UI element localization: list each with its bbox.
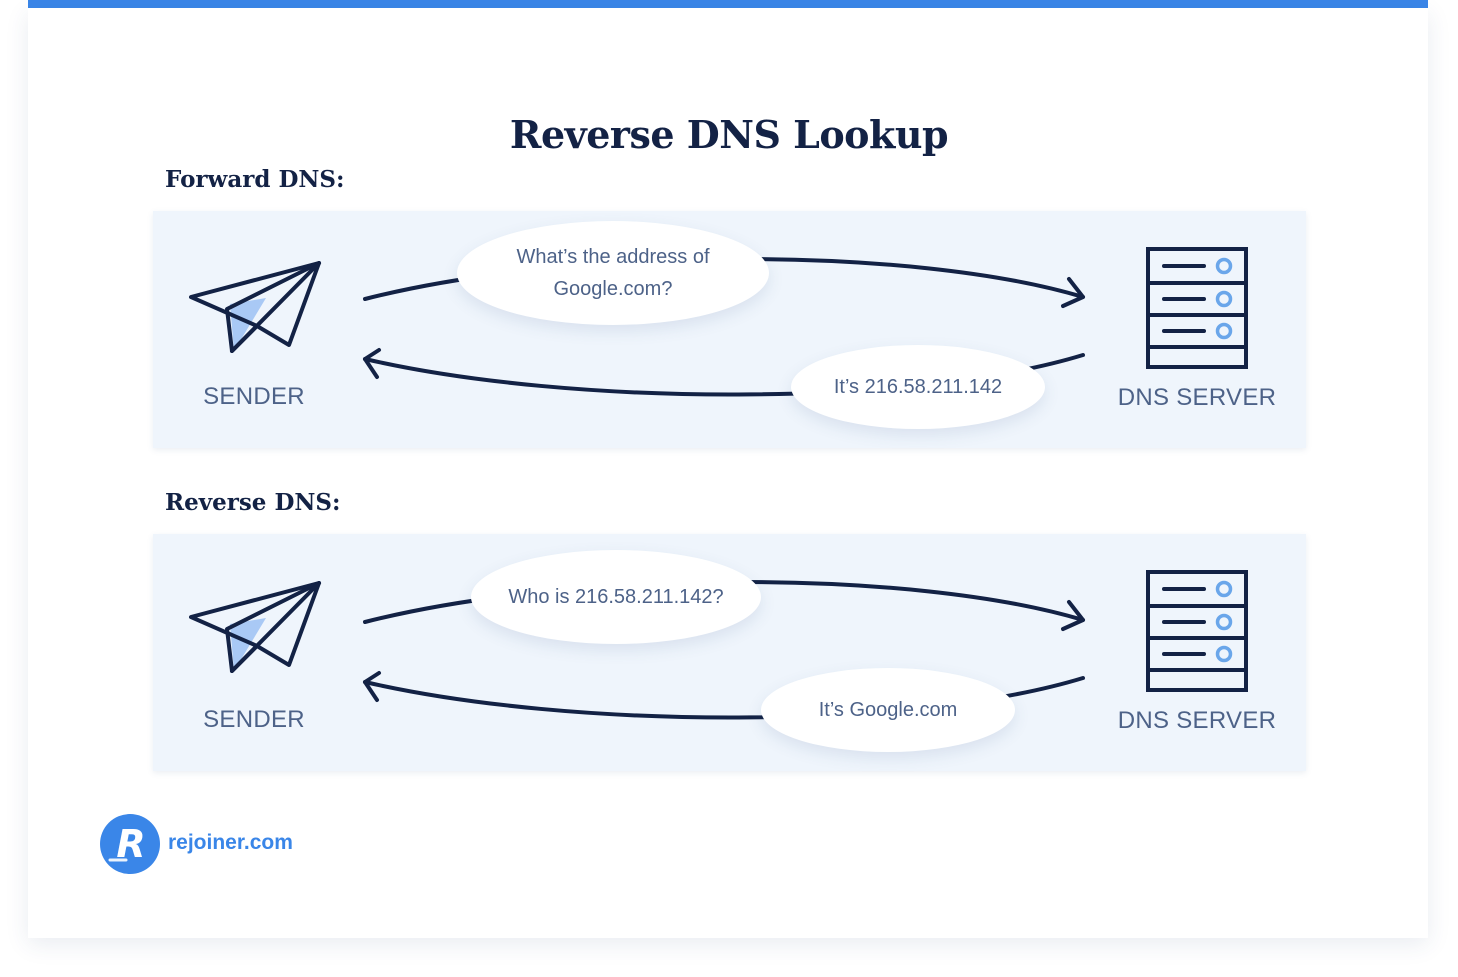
rejoiner-logo-icon: R — [100, 814, 160, 874]
dns-server-label: DNS SERVER — [1117, 384, 1277, 411]
request-bubble: What’s the address of Google.com? — [457, 221, 769, 325]
dns-server-label: DNS SERVER — [1117, 707, 1277, 734]
top-accent-bar — [28, 0, 1428, 8]
response-text: It’s Google.com — [818, 699, 958, 721]
diagram-title: Reverse DNS Lookup — [509, 112, 949, 157]
request-text-line-1: What’s the address of — [516, 246, 710, 268]
response-text: It’s 216.58.211.142 — [833, 376, 1003, 398]
section-label-forward: Forward DNS: — [165, 166, 345, 193]
reverse-dns-panel: SENDER DNS SERVER Who is 216.58.211.142?… — [153, 534, 1306, 771]
request-bubble: Who is 216.58.211.142? — [471, 550, 761, 644]
server-rack-icon — [1146, 570, 1248, 692]
section-label-reverse: Reverse DNS: — [165, 489, 341, 516]
request-text: Who is 216.58.211.142? — [508, 586, 724, 608]
sender-label: SENDER — [203, 383, 305, 410]
server-rack-icon — [1146, 247, 1248, 369]
request-text-line-2: Google.com? — [553, 278, 673, 300]
sender-label: SENDER — [203, 706, 305, 733]
brand-name: rejoiner.com — [168, 831, 293, 854]
paper-plane-icon — [189, 261, 321, 353]
response-bubble: It’s 216.58.211.142 — [791, 345, 1045, 429]
forward-dns-panel: SENDER DNS SERVER What’s the address of … — [153, 211, 1306, 448]
paper-plane-icon — [189, 581, 321, 673]
response-bubble: It’s Google.com — [761, 668, 1015, 752]
